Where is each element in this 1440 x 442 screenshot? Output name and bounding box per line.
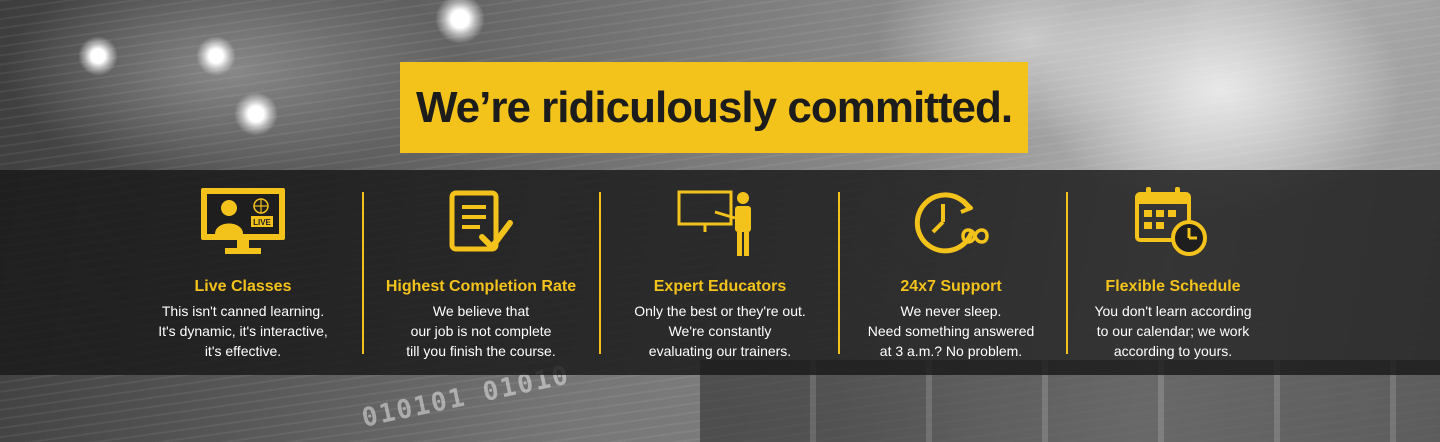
calendar-clock-icon: [1133, 182, 1213, 262]
feature-description: You don't learn according to our calenda…: [1094, 303, 1252, 359]
feature-description: This isn't canned learning. It's dynamic…: [158, 303, 328, 359]
live-badge: LIVE: [253, 218, 271, 227]
feature-live-classes: LIVE Live Classes This isn't canned lear…: [128, 182, 358, 362]
feature-heading: Flexible Schedule: [1105, 278, 1241, 295]
feature-description: Only the best or they're out. We're cons…: [634, 303, 806, 359]
features-band: LIVE Live Classes This isn't canned lear…: [0, 170, 1440, 375]
feature-heading: Live Classes: [194, 278, 292, 295]
clock-infinity-icon: [911, 182, 991, 262]
title-banner: We’re ridiculously committed.: [400, 62, 1028, 153]
feature-support: 24x7 Support We never sleep. Need someth…: [836, 182, 1066, 362]
feature-description: We never sleep. Need something answered …: [867, 303, 1035, 359]
divider: [362, 192, 364, 354]
feature-completion-rate: Highest Completion Rate We believe that …: [366, 182, 596, 362]
feature-description: We believe that our job is not complete …: [406, 303, 556, 359]
network-node-glow: [78, 36, 118, 76]
feature-heading: Expert Educators: [653, 278, 787, 295]
feature-expert-educators: Expert Educators Only the best or they'r…: [605, 182, 835, 362]
divider: [599, 192, 601, 354]
network-node-glow: [234, 92, 278, 136]
checklist-icon: [446, 182, 516, 262]
feature-heading: Highest Completion Rate: [385, 278, 577, 295]
feature-flexible-schedule: Flexible Schedule You don't learn accord…: [1058, 182, 1288, 362]
page-title: We’re ridiculously committed.: [415, 82, 1013, 132]
educator-icon: [675, 182, 765, 262]
network-node-glow: [196, 36, 236, 76]
feature-heading: 24x7 Support: [900, 278, 1002, 295]
live-classes-icon: LIVE: [199, 182, 287, 262]
